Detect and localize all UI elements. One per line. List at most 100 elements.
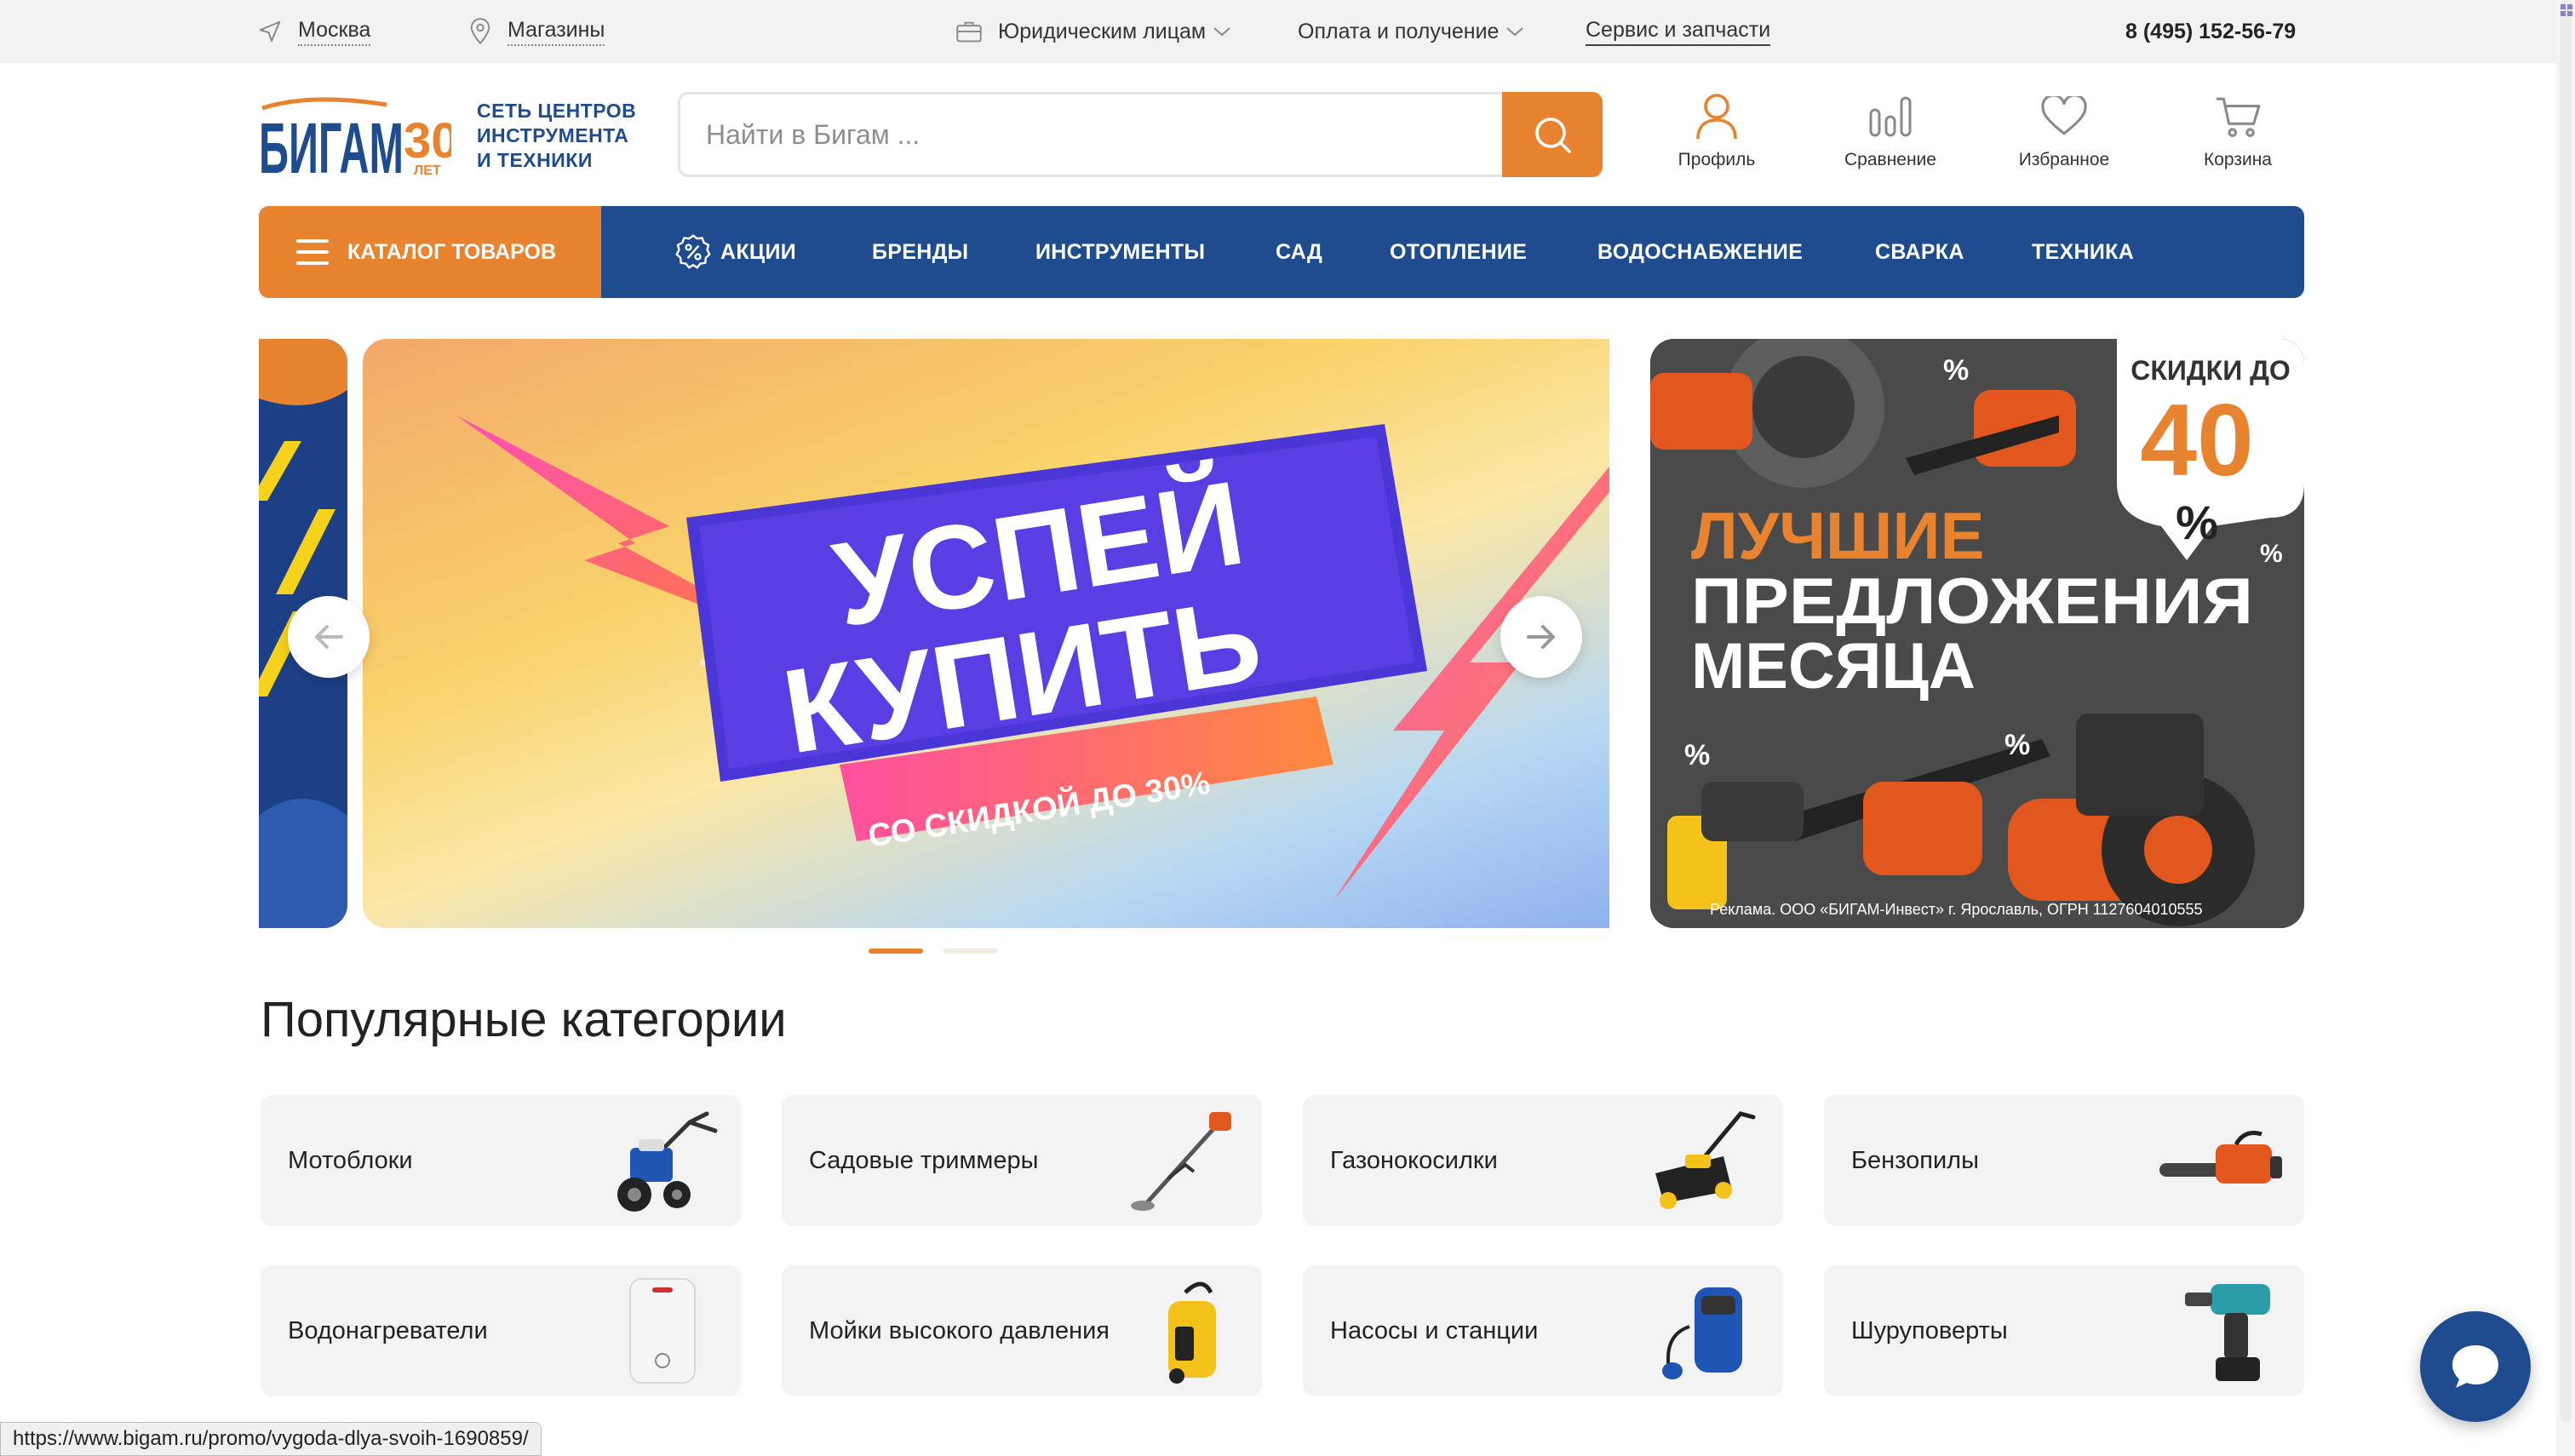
nav-item-machinery[interactable]: ТЕХНИКА — [2032, 206, 2134, 298]
category-card[interactable]: Мотоблоки — [261, 1095, 741, 1226]
status-bar-url: https://www.bigam.ru/promo/vygoda-dlya-s… — [0, 1422, 542, 1456]
chainsaw-image — [2159, 1105, 2287, 1216]
logo[interactable]: БИГАМ 30 ЛЕТ СЕТЬ ЦЕНТРОВ ИНСТРУМЕНТА И … — [259, 89, 637, 188]
search-input[interactable] — [706, 95, 1472, 175]
nav-item-label: БРЕНДЫ — [872, 239, 969, 264]
nav-item-heating[interactable]: ОТОПЛЕНИЕ — [1390, 206, 1527, 298]
side-title-1: ЛУЧШИЕ — [1691, 498, 1985, 573]
user-icon — [1695, 92, 1739, 141]
heart-icon — [2041, 92, 2087, 141]
category-name: Садовые триммеры — [809, 1146, 1039, 1174]
category-card[interactable]: Мойки высокого давления — [782, 1265, 1262, 1396]
cart-button[interactable]: Корзина — [2161, 92, 2314, 177]
pump-image — [1638, 1275, 1766, 1386]
side-title-3: МЕСЯЦА — [1691, 630, 1976, 702]
nav-item-brands[interactable]: БРЕНДЫ — [872, 206, 968, 298]
category-card[interactable]: Бензопилы — [1824, 1095, 2304, 1226]
side-disclaimer: Реклама. ООО «БИГАМ-Инвест» г. Ярославль… — [1710, 901, 2203, 918]
lawn-mower-image — [1638, 1105, 1766, 1216]
nav-item-tools[interactable]: ИНСТРУМЕНТЫ — [1035, 206, 1205, 298]
nav-item-garden[interactable]: САД — [1276, 206, 1322, 298]
stores-link[interactable]: Магазины — [468, 0, 605, 63]
nav-item-label: СВАРКА — [1875, 239, 1964, 264]
side-badge-pct: % — [2176, 496, 2218, 549]
carousel-prev-button[interactable] — [288, 596, 370, 678]
page-scrollbar[interactable] — [2556, 0, 2575, 1456]
section-title: Популярные категории — [261, 992, 787, 1047]
category-card[interactable]: Насосы и станции — [1303, 1265, 1783, 1396]
carousel-dot[interactable] — [943, 949, 998, 954]
profile-button[interactable]: Профиль — [1640, 92, 1793, 177]
chat-button[interactable] — [2420, 1311, 2531, 1422]
promo-banner-side[interactable]: СКИДКИ ДО 40 % ЛУЧШИЕ ПРЕДЛОЖЕНИЯ МЕСЯЦА… — [1650, 339, 2304, 928]
city-selector[interactable]: Москва — [257, 0, 371, 63]
category-name: Шуруповерты — [1851, 1316, 2008, 1344]
tagline-line: И ТЕХНИКИ — [477, 148, 593, 171]
menu-icon — [296, 239, 329, 265]
tagline-line: СЕТЬ ЦЕНТРОВ — [477, 99, 637, 122]
category-card[interactable]: Шуруповерты — [1824, 1265, 2304, 1396]
map-pin-icon — [468, 18, 492, 45]
nav-item-label: ТЕХНИКА — [2032, 239, 2135, 264]
logo-years: 30 — [404, 113, 451, 169]
arrow-right-icon — [1527, 624, 1556, 650]
side-pct-mark: % — [2260, 540, 2283, 568]
nav-item-welding[interactable]: СВАРКА — [1875, 206, 1964, 298]
carousel-next-button[interactable] — [1500, 596, 1582, 678]
payment-menu[interactable]: Оплата и получение — [1298, 0, 1524, 63]
favorites-label: Избранное — [2018, 150, 2110, 169]
category-name: Бензопилы — [1851, 1146, 1979, 1174]
search-bar — [678, 92, 1603, 177]
category-name: Водонагреватели — [288, 1316, 488, 1344]
logo-years-suffix: ЛЕТ — [414, 163, 441, 178]
promo-banner-main[interactable]: УСПЕЙ КУПИТЬ СО СКИДКОЙ ДО 30% — [363, 339, 1609, 928]
compare-button[interactable]: Сравнение — [1814, 92, 1967, 177]
cart-label: Корзина — [2204, 150, 2272, 169]
city-label: Москва — [298, 18, 371, 46]
side-pct-mark: % — [2004, 729, 2030, 761]
service-link[interactable]: Сервис и запчасти — [1586, 0, 1771, 63]
water-heater-image — [596, 1275, 724, 1386]
category-name: Мотоблоки — [288, 1146, 413, 1174]
nav-item-label: САД — [1276, 239, 1323, 264]
grid-icon[interactable] — [2560, 3, 2573, 17]
category-name: Мойки высокого давления — [809, 1316, 1110, 1344]
legal-label: Юридическим лицам — [998, 19, 1207, 43]
payment-label: Оплата и получение — [1298, 19, 1500, 43]
chevron-down-icon — [1505, 26, 1524, 37]
scrollbar-thumb[interactable] — [2560, 0, 2572, 1422]
send-icon — [257, 19, 283, 44]
search-button[interactable] — [1502, 92, 1603, 177]
nav-item-label: ИНСТРУМЕНТЫ — [1035, 239, 1206, 264]
cart-icon — [2215, 92, 2261, 141]
category-name: Насосы и станции — [1330, 1316, 1539, 1344]
nav-item-sales[interactable]: АКЦИИ — [674, 206, 796, 298]
side-title-2: ПРЕДЛОЖЕНИЯ — [1691, 565, 2253, 638]
chevron-down-icon — [1213, 26, 1231, 37]
profile-label: Профиль — [1677, 150, 1756, 169]
main-nav: КАТАЛОГ ТОВАРОВ АКЦИИ БРЕНДЫ ИНСТРУМЕНТЫ… — [259, 206, 2304, 298]
side-pct-mark: % — [1943, 354, 1969, 387]
carousel-dots — [869, 949, 998, 954]
arrow-left-icon — [314, 624, 343, 650]
nav-item-label: АКЦИИ — [720, 239, 797, 264]
tagline-line: ИНСТРУМЕНТА — [477, 123, 629, 146]
service-label: Сервис и запчасти — [1586, 18, 1771, 46]
category-card[interactable]: Водонагреватели — [261, 1265, 741, 1396]
carousel-dot[interactable] — [869, 949, 923, 954]
pressure-washer-image — [1117, 1275, 1245, 1386]
catalog-button[interactable]: КАТАЛОГ ТОВАРОВ — [259, 206, 601, 298]
category-card[interactable]: Садовые триммеры — [782, 1095, 1262, 1226]
favorites-button[interactable]: Избранное — [1987, 92, 2141, 177]
category-card[interactable]: Газонокосилки — [1303, 1095, 1783, 1226]
nav-item-water[interactable]: ВОДОСНАБЖЕНИЕ — [1597, 206, 1803, 298]
side-badge-value: 40 — [2140, 383, 2253, 497]
stores-label: Магазины — [508, 18, 605, 46]
trimmer-image — [1117, 1105, 1245, 1216]
drill-image — [2159, 1275, 2287, 1386]
nav-item-label: ОТОПЛЕНИЕ — [1390, 239, 1528, 264]
catalog-label: КАТАЛОГ ТОВАРОВ — [347, 239, 557, 264]
phone-link[interactable]: 8 (495) 152-56-79 — [2125, 0, 2296, 63]
compare-icon — [1868, 92, 1913, 141]
legal-menu[interactable]: Юридическим лицам — [955, 0, 1231, 63]
